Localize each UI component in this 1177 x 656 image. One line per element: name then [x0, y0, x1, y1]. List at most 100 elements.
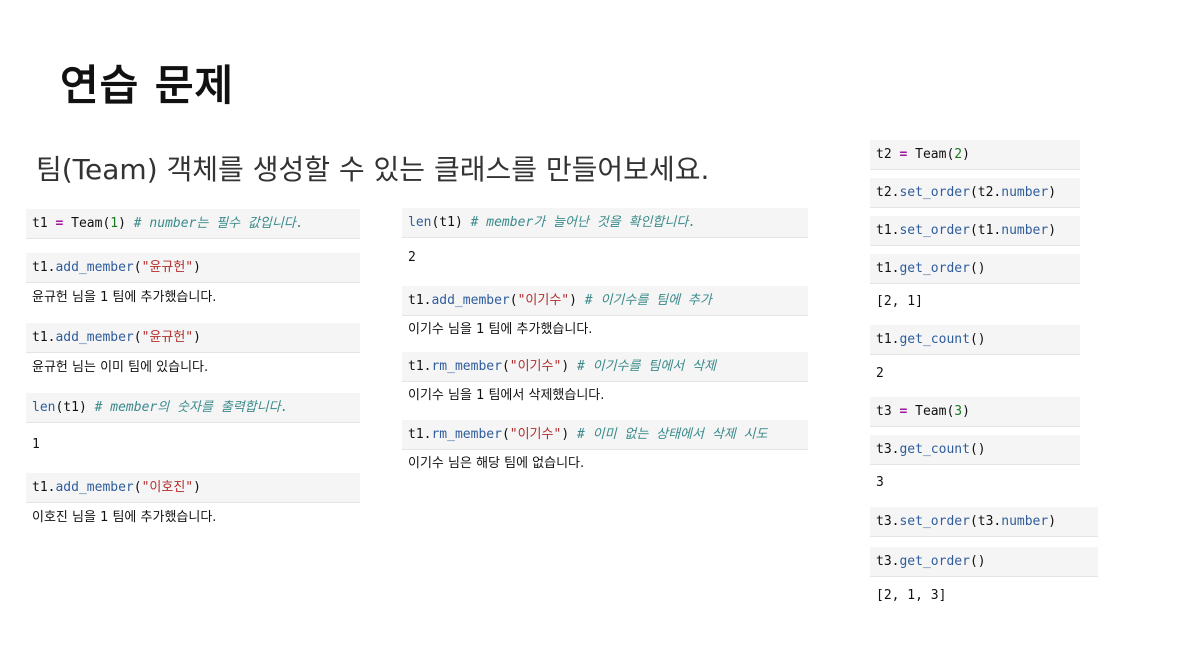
code-cell: len(t1) # member의 숫자를 출력합니다. — [26, 393, 360, 423]
code-token: ( — [501, 427, 510, 442]
code-token: = — [55, 216, 64, 231]
code-token: "이기수" — [509, 427, 562, 442]
code-token: t3. — [876, 554, 900, 569]
code-token: ( — [509, 293, 518, 308]
code-token: ( — [133, 330, 142, 345]
code-token: Team( — [915, 404, 955, 419]
code-token: t1. — [408, 359, 432, 374]
code-token: = — [899, 147, 908, 162]
code-token: t1. — [32, 480, 56, 495]
code-token: ) — [561, 427, 570, 442]
cell-output: 이기수 님을 1 팀에 추가했습니다. — [408, 322, 593, 337]
code-column-right: t2 = Team(2) t2.set_order(t2.number) t1.… — [870, 140, 1100, 617]
code-token: ) — [569, 293, 577, 308]
cell-output: 2 — [408, 250, 416, 265]
code-comment: # 이기수를 팀에서 삭제 — [576, 359, 716, 374]
code-token: ( — [133, 480, 142, 495]
code-token: Team( — [915, 147, 955, 162]
code-token: ) — [962, 404, 970, 419]
code-cell: t1.add_member("윤규헌") — [26, 253, 360, 283]
code-token: add_member — [431, 293, 510, 308]
code-cell: t1.add_member("이호진") — [26, 473, 360, 503]
code-token: rm_member — [431, 359, 502, 374]
code-token: ( — [501, 359, 510, 374]
cell-output: [2, 1] — [876, 294, 923, 309]
code-column-middle: len(t1) # member가 늘어난 것을 확인합니다. 2 t1.add… — [402, 208, 808, 480]
code-comment: # 이미 없는 상태에서 삭제 시도 — [576, 427, 768, 442]
code-comment: # number는 필수 값입니다. — [133, 216, 304, 231]
code-token: t3. — [876, 442, 900, 457]
code-token: 2 — [954, 147, 963, 162]
code-token: (t1. — [969, 223, 1002, 238]
code-token: ) — [193, 260, 201, 275]
slide-subtitle: 팀(Team) 객체를 생성할 수 있는 클래스를 만들어보세요. — [36, 153, 710, 186]
cell-output: 2 — [876, 366, 884, 381]
code-token: set_order — [899, 185, 970, 200]
code-token: t2 — [876, 147, 892, 162]
code-token: t3 — [876, 404, 892, 419]
code-token: ) — [118, 216, 126, 231]
code-cell: t1.rm_member("이기수") # 이미 없는 상태에서 삭제 시도 — [402, 420, 808, 450]
code-token: ) — [1048, 514, 1057, 529]
code-cell: t1.add_member("윤규헌") — [26, 323, 360, 353]
code-token: get_order — [899, 261, 970, 276]
code-token: ) — [193, 480, 201, 495]
code-token: add_member — [55, 330, 134, 345]
code-token: number — [1001, 185, 1049, 200]
code-token: number — [1001, 223, 1049, 238]
code-token: ) — [1048, 223, 1057, 238]
code-token: "이호진" — [141, 480, 194, 495]
code-token: get_count — [899, 442, 970, 457]
code-token: "이기수" — [517, 293, 570, 308]
code-column-left: t1 = Team(1) # number는 필수 값입니다. t1.add_m… — [26, 209, 360, 533]
code-token: t3. — [876, 514, 900, 529]
code-token: (t3. — [969, 514, 1002, 529]
code-token: t1. — [876, 261, 900, 276]
code-comment: # member가 늘어난 것을 확인합니다. — [470, 215, 697, 230]
code-token: Team( — [71, 216, 111, 231]
code-token: (t1) — [431, 215, 463, 230]
cell-output: 이기수 님을 1 팀에서 삭제했습니다. — [408, 388, 605, 403]
code-cell: t3.set_order(t3.number) — [870, 507, 1098, 537]
code-token: () — [969, 261, 986, 276]
code-token: get_order — [899, 554, 970, 569]
code-token: t1. — [408, 427, 432, 442]
code-token: (t2. — [969, 185, 1002, 200]
code-token: len — [32, 400, 56, 415]
cell-output: 윤규헌 님는 이미 팀에 있습니다. — [32, 360, 209, 375]
cell-output: 윤규헌 님을 1 팀에 추가했습니다. — [32, 290, 217, 305]
code-token: ) — [193, 330, 201, 345]
code-cell: t2 = Team(2) — [870, 140, 1080, 170]
code-token: t1 — [32, 216, 48, 231]
code-token: 3 — [954, 404, 963, 419]
code-cell: t1.get_order() — [870, 254, 1080, 284]
code-token: set_order — [899, 514, 970, 529]
cell-output: 이호진 님을 1 팀에 추가했습니다. — [32, 510, 217, 525]
code-token: 1 — [110, 216, 119, 231]
code-token: ( — [133, 260, 142, 275]
code-token: add_member — [55, 480, 134, 495]
code-token: ) — [561, 359, 570, 374]
slide-title: 연습 문제 — [60, 61, 235, 110]
code-token: t1. — [876, 332, 900, 347]
code-token: t1. — [408, 293, 432, 308]
code-cell: t2.set_order(t2.number) — [870, 178, 1080, 208]
code-token: (t1) — [55, 400, 87, 415]
code-token: add_member — [55, 260, 134, 275]
cell-output: 이기수 님은 해당 팀에 없습니다. — [408, 456, 585, 471]
code-cell: len(t1) # member가 늘어난 것을 확인합니다. — [402, 208, 808, 238]
code-token: () — [969, 554, 986, 569]
code-token: number — [1001, 514, 1049, 529]
code-token: t1. — [32, 330, 56, 345]
code-token: len — [408, 215, 432, 230]
code-comment: # member의 숫자를 출력합니다. — [94, 400, 289, 415]
code-token: "윤규헌" — [141, 330, 194, 345]
code-token: () — [969, 332, 986, 347]
code-token: set_order — [899, 223, 970, 238]
code-cell: t1.rm_member("이기수") # 이기수를 팀에서 삭제 — [402, 352, 808, 382]
code-cell: t1.set_order(t1.number) — [870, 216, 1080, 246]
cell-output: 3 — [876, 475, 884, 490]
code-token: "이기수" — [509, 359, 562, 374]
code-token: () — [969, 442, 986, 457]
code-cell: t3.get_order() — [870, 547, 1098, 577]
